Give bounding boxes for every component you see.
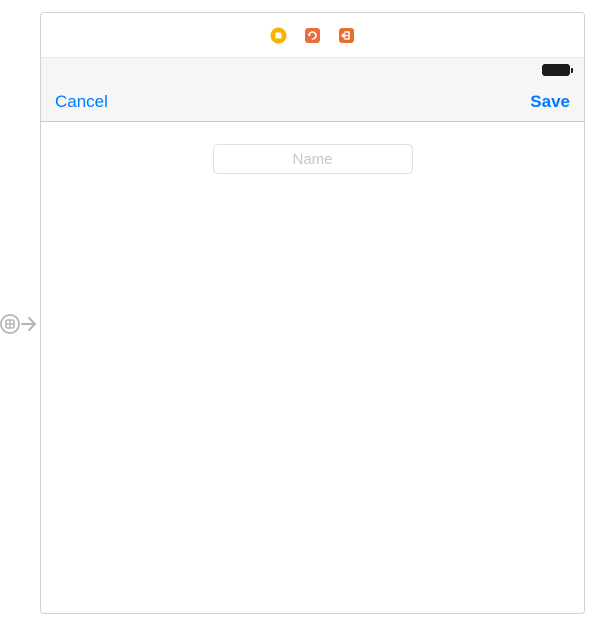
status-bar [41,58,584,82]
content-area [41,122,584,613]
simulator-toolbar [41,13,584,58]
home-icon[interactable] [270,26,288,44]
save-button[interactable]: Save [530,92,570,112]
cancel-button[interactable]: Cancel [55,92,108,112]
inspector-box-icon [0,314,20,334]
logout-icon[interactable] [338,26,356,44]
rotate-icon[interactable] [304,26,322,44]
name-input[interactable] [213,144,413,174]
navigation-bar: Cancel Save [41,82,584,122]
battery-icon [542,64,570,76]
arrow-right-icon [20,314,38,334]
simulator-window: Cancel Save [40,12,585,614]
inspector-handle[interactable] [0,314,38,334]
